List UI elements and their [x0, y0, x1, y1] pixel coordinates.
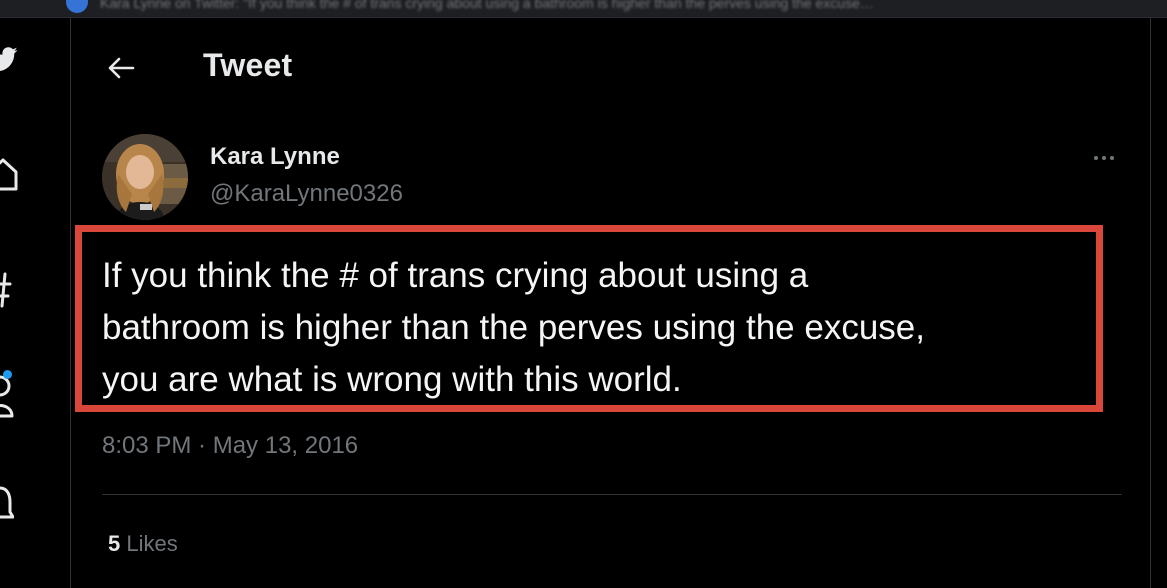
- twitter-logo-icon[interactable]: [0, 44, 20, 74]
- author-handle[interactable]: @KaraLynne0326: [210, 180, 403, 208]
- more-options-button[interactable]: [1088, 148, 1120, 168]
- more-dot-icon: [1094, 156, 1098, 160]
- browser-tab-strip: Kara Lynne on Twitter: "If you think the…: [0, 0, 1167, 18]
- tweet-text-line: you are what is wrong with this world.: [102, 360, 682, 399]
- browser-favicon-icon: [66, 0, 88, 13]
- left-nav-rail: [0, 18, 70, 588]
- notification-dot: [3, 370, 12, 379]
- tweet-text-line: bathroom is higher than the perves using…: [102, 308, 925, 347]
- likes-label: Likes: [126, 531, 178, 556]
- likes-number: 5: [108, 531, 121, 556]
- more-dot-icon: [1102, 156, 1106, 160]
- divider: [102, 494, 1122, 495]
- page-title: Tweet: [203, 47, 293, 83]
- home-icon[interactable]: [0, 156, 18, 192]
- back-button[interactable]: [101, 48, 141, 88]
- likes-count[interactable]: 5 Likes: [108, 531, 178, 557]
- hashtag-icon[interactable]: [0, 272, 12, 308]
- tweet-header: Tweet: [71, 18, 1150, 114]
- browser-tab-title: Kara Lynne on Twitter: "If you think the…: [100, 0, 874, 11]
- tweet-text-line: If you think the # of trans crying about…: [102, 256, 809, 295]
- tweet-timestamp[interactable]: 8:03 PM · May 13, 2016: [102, 432, 358, 460]
- right-column-divider: [1150, 18, 1151, 588]
- author-name[interactable]: Kara Lynne: [210, 143, 340, 171]
- arrow-left-icon: [108, 57, 135, 79]
- tweet-page: Kara Lynne on Twitter: "If you think the…: [0, 0, 1167, 588]
- bell-icon[interactable]: [0, 484, 14, 524]
- tweet-text: If you think the # of trans crying about…: [102, 250, 1092, 406]
- avatar[interactable]: [102, 134, 188, 220]
- more-dot-icon: [1110, 156, 1114, 160]
- avatar-photo: [102, 134, 188, 220]
